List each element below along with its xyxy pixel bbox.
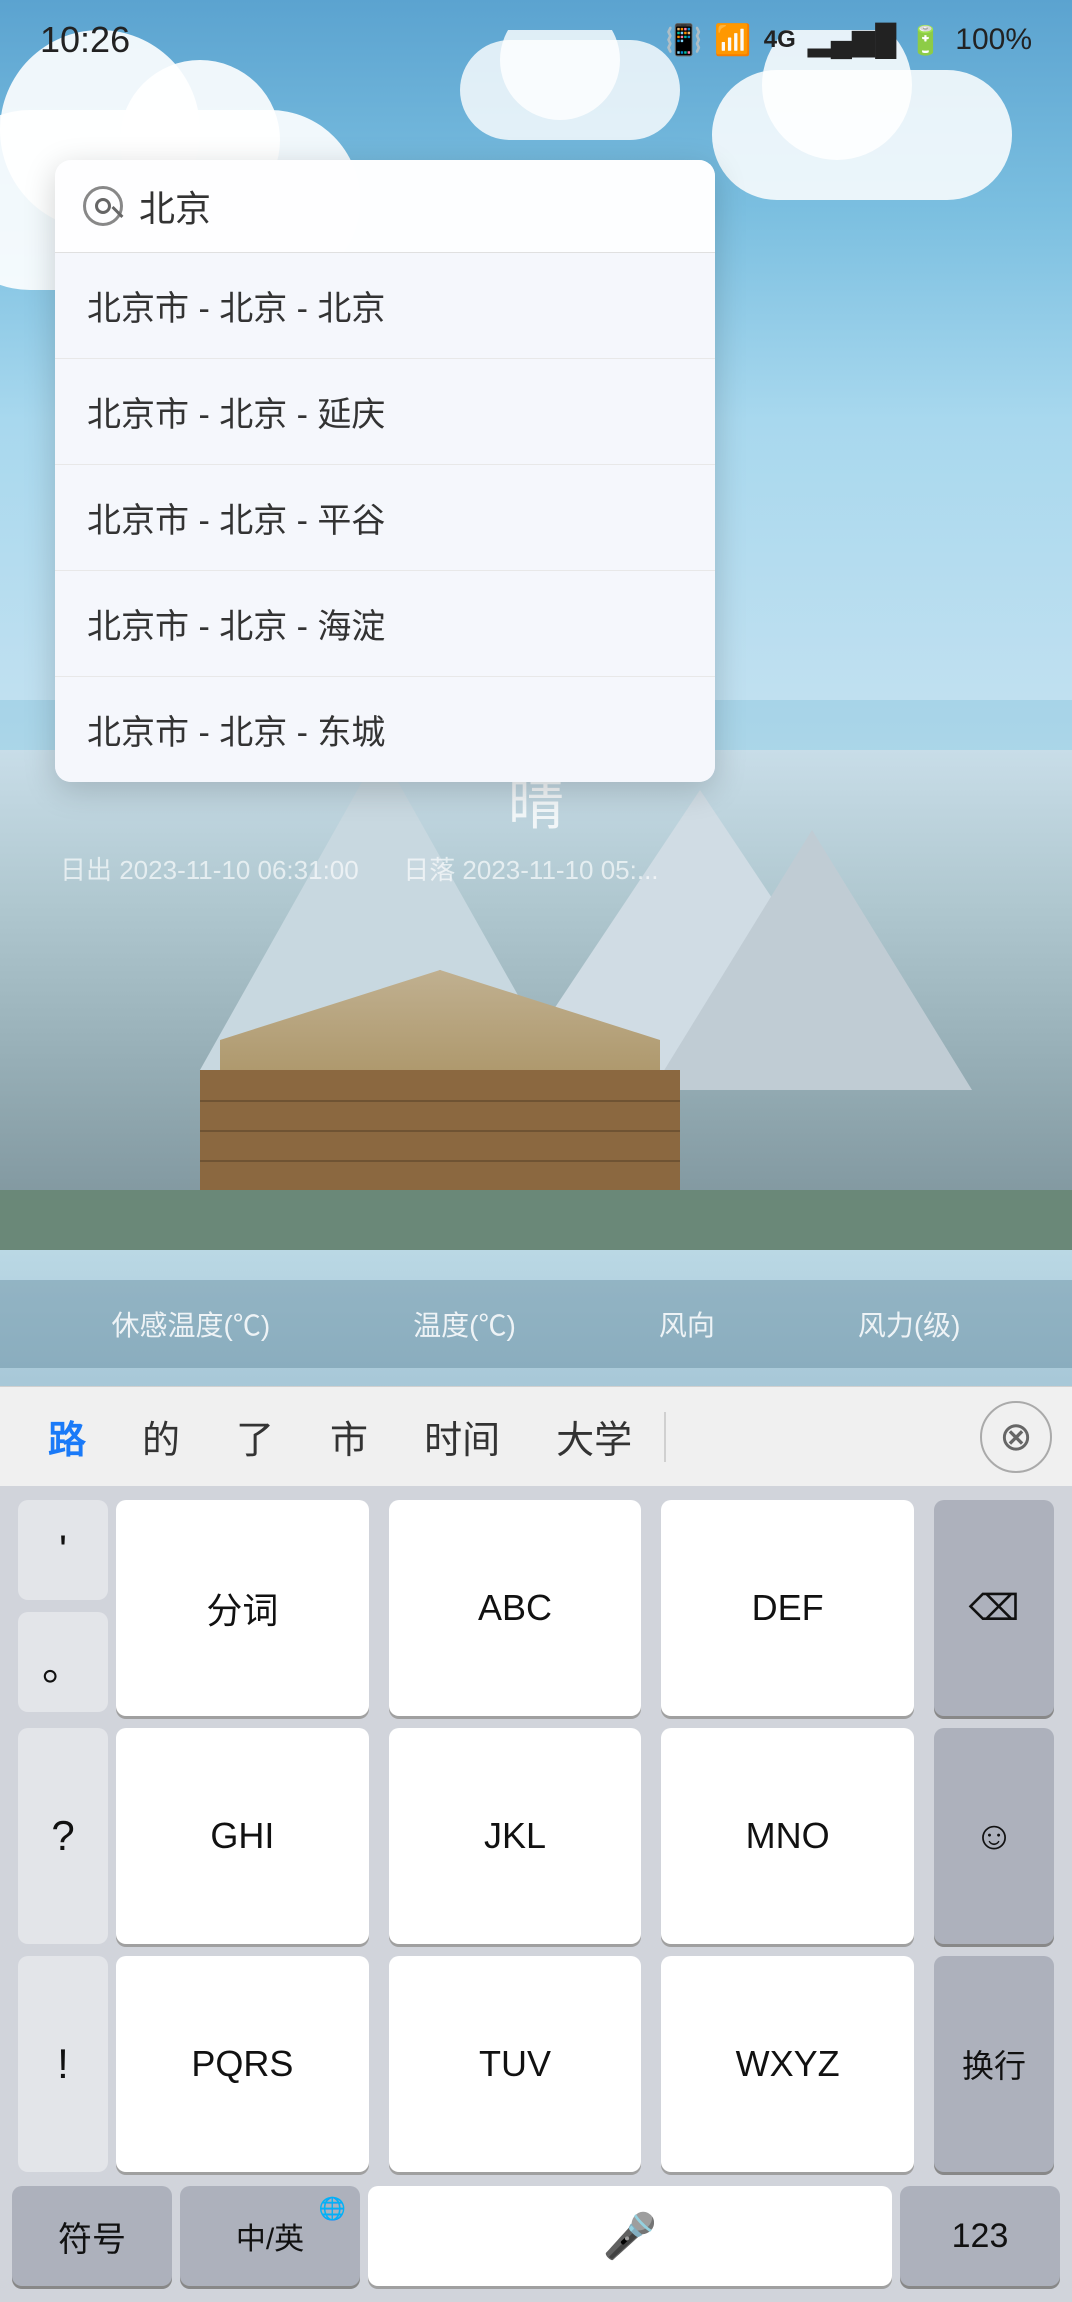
battery-percent: 100% [955, 23, 1032, 57]
sunset-text: 日落 2023-11-10 05:... [403, 855, 658, 885]
suggestion-de[interactable]: 的 [114, 1409, 208, 1464]
status-bar: 10:26 📳 📶 4G ▂▄▆█ 🔋 100% [0, 0, 1072, 80]
siding-2 [200, 1130, 680, 1132]
weather-bottom-item-4: 风力(级) [858, 1304, 961, 1344]
weather-bottom-item-1: 休感温度(℃) [112, 1304, 271, 1344]
search-input-value[interactable]: 北京 [139, 180, 687, 232]
vibrate-icon: 📳 [665, 23, 702, 58]
key-pqrs[interactable]: PQRS [116, 1956, 369, 2172]
backspace-icon: ⌫ [969, 1587, 1020, 1629]
key-backspace[interactable]: ⌫ [934, 1500, 1054, 1716]
mountain-peak-3 [652, 830, 972, 1090]
key-question[interactable]: ? [18, 1728, 108, 1944]
key-space[interactable]: 🎤 [368, 2186, 892, 2286]
sunrise-text: 日出 2023-11-10 06:31:00 [60, 855, 359, 885]
keyboard-row-2: ? GHI JKL MNO ☺ [0, 1722, 1072, 1950]
keyboard-bottom-row: 符号 🌐 中/英 🎤 123 [0, 2178, 1072, 2294]
status-time: 10:26 [40, 19, 130, 61]
key-chinese-english[interactable]: 🌐 中/英 [180, 2186, 360, 2286]
key-ghi[interactable]: GHI [116, 1728, 369, 1944]
key-abc[interactable]: ABC [389, 1500, 642, 1716]
siding-3 [200, 1160, 680, 1162]
punct-col-1: ' 。 [12, 1500, 102, 1716]
cloud-2 [712, 70, 1012, 200]
battery-icon: 🔋 [908, 24, 943, 57]
key-def[interactable]: DEF [661, 1500, 914, 1716]
main-keys-row-2: GHI JKL MNO ☺ [110, 1728, 1060, 1944]
key-tuv[interactable]: TUV [389, 1956, 642, 2172]
key-apostrophe[interactable]: ' [18, 1500, 108, 1600]
suggestion-le[interactable]: 了 [208, 1409, 302, 1464]
key-jkl[interactable]: JKL [389, 1728, 642, 1944]
keyboard-row-1: ' 。 分词 ABC DEF ⌫ [0, 1494, 1072, 1722]
emoji-icon: ☺ [974, 1814, 1015, 1859]
weather-condition: 晴 [508, 773, 564, 836]
mic-icon: 🎤 [603, 2210, 658, 2262]
weather-bottom-item-3: 风向 [659, 1304, 715, 1344]
4g-icon: 4G [764, 26, 796, 54]
weather-bottom-bar: 休感温度(℃) 温度(℃) 风向 风力(级) [0, 1280, 1072, 1368]
dropdown-item-4[interactable]: 北京市 - 北京 - 海淀 [55, 571, 715, 677]
key-mno[interactable]: MNO [661, 1728, 914, 1944]
weather-bottom-item-2: 温度(℃) [413, 1304, 516, 1344]
key-newline[interactable]: 换行 [934, 1956, 1054, 2172]
suggestion-daxue[interactable]: 大学 [528, 1409, 660, 1464]
keyboard-main: ' 。 分词 ABC DEF ⌫ ? GHI JKL MN [0, 1486, 1072, 2302]
main-keys-row-3: PQRS TUV WXYZ 换行 [110, 1956, 1060, 2172]
dropdown-item-3[interactable]: 北京市 - 北京 - 平谷 [55, 465, 715, 571]
suggestion-delete-btn[interactable]: ⊗ [980, 1401, 1052, 1473]
suggestion-divider [664, 1412, 666, 1462]
keyboard-row-3: ! PQRS TUV WXYZ 换行 [0, 1950, 1072, 2178]
key-exclaim[interactable]: ! [18, 1956, 108, 2172]
sunrise-sunset: 日出 2023-11-10 06:31:00 日落 2023-11-10 05:… [60, 850, 659, 887]
punct-col-2: ? [12, 1728, 102, 1944]
ground [0, 1190, 1072, 1250]
globe-icon-small: 🌐 [319, 2196, 346, 2222]
delete-circle-icon: ⊗ [999, 1414, 1033, 1460]
status-icons: 📳 📶 4G ▂▄▆█ 🔋 100% [665, 23, 1032, 58]
wifi-icon: 📶 [714, 23, 751, 58]
suggestion-shi[interactable]: 市 [302, 1409, 396, 1464]
suggestion-shijian[interactable]: 时间 [396, 1409, 528, 1464]
suggestion-lu[interactable]: 路 [20, 1409, 114, 1464]
key-emoji[interactable]: ☺ [934, 1728, 1054, 1944]
key-wxyz[interactable]: WXYZ [661, 1956, 914, 2172]
punct-col-3: ! [12, 1956, 102, 2172]
keyboard-container: 路 的 了 市 时间 大学 ⊗ ' 。 分词 ABC DEF ⌫ [0, 1386, 1072, 2302]
dropdown-item-2[interactable]: 北京市 - 北京 - 延庆 [55, 359, 715, 465]
siding-1 [200, 1100, 680, 1102]
main-keys-row-1: 分词 ABC DEF ⌫ [110, 1500, 1060, 1716]
chinese-english-label: 中/英 [236, 2214, 304, 2258]
key-fenci[interactable]: 分词 [116, 1500, 369, 1716]
dropdown-item-1[interactable]: 北京市 - 北京 - 北京 [55, 253, 715, 359]
key-symbols[interactable]: 符号 [12, 2186, 172, 2286]
key-period[interactable]: 。 [18, 1612, 108, 1712]
search-icon [83, 186, 123, 226]
suggestions-bar: 路 的 了 市 时间 大学 ⊗ [0, 1386, 1072, 1486]
dropdown-item-5[interactable]: 北京市 - 北京 - 东城 [55, 677, 715, 782]
search-bar-row[interactable]: 北京 [55, 160, 715, 253]
signal-icon: ▂▄▆█ [808, 23, 897, 58]
search-dropdown: 北京 北京市 - 北京 - 北京 北京市 - 北京 - 延庆 北京市 - 北京 … [55, 160, 715, 782]
key-numbers[interactable]: 123 [900, 2186, 1060, 2286]
